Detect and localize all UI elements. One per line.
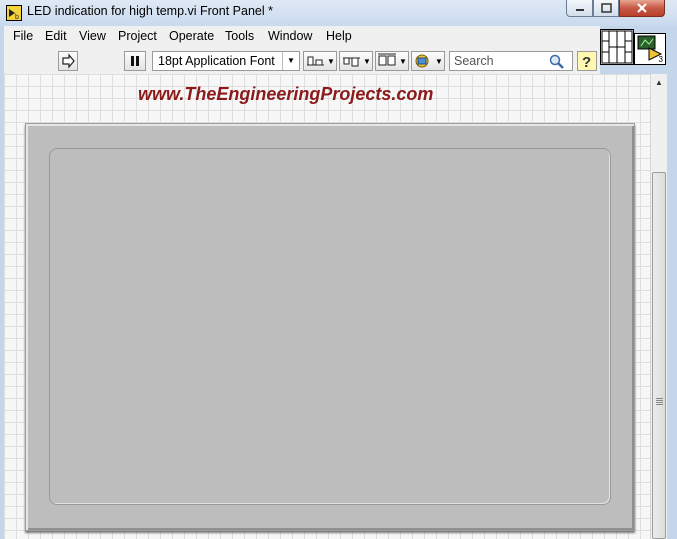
menu-tools[interactable]: Tools	[225, 29, 254, 43]
window-border	[667, 26, 677, 539]
menu-project[interactable]: Project	[118, 29, 157, 43]
close-button[interactable]	[619, 0, 665, 17]
svg-text:?: ?	[582, 54, 591, 70]
font-select[interactable]: 18pt Application Font ▼	[152, 51, 300, 71]
help-icon: ?	[582, 54, 591, 71]
distribute-objects-icon	[343, 57, 360, 67]
maximize-icon	[601, 3, 612, 13]
pause-icon	[131, 56, 139, 66]
menu-file[interactable]: File	[13, 29, 33, 43]
connector-pane-grid	[601, 30, 633, 64]
run-arrow-icon	[62, 53, 75, 69]
search-input[interactable]	[454, 53, 544, 69]
distribute-objects-button[interactable]: ▼	[339, 51, 373, 71]
terminal-count: 3	[658, 55, 663, 64]
context-help-button[interactable]: ?	[577, 51, 597, 71]
scroll-grip-icon	[656, 398, 663, 405]
menu-view[interactable]: View	[79, 29, 106, 43]
maximize-button[interactable]	[593, 0, 619, 17]
align-objects-icon	[307, 56, 324, 66]
reorder-icon	[415, 54, 429, 68]
panel-inner-area[interactable]	[49, 148, 611, 505]
chevron-down-icon: ▼	[435, 57, 443, 66]
watermark-text: www.TheEngineeringProjects.com	[138, 84, 434, 104]
font-select-label: 18pt Application Font	[158, 54, 275, 68]
close-icon	[637, 3, 647, 13]
chevron-down-icon: ▼	[363, 57, 371, 66]
run-button[interactable]	[58, 51, 78, 71]
minimize-icon	[576, 9, 584, 11]
menu-operate[interactable]: Operate	[169, 29, 214, 43]
connector-pane[interactable]	[600, 29, 634, 65]
scroll-up-arrow-icon[interactable]: ▲	[651, 74, 667, 91]
menu-help[interactable]: Help	[326, 29, 352, 43]
resize-objects-button[interactable]: ▼	[375, 51, 409, 71]
window-title: LED indication for high temp.vi Front Pa…	[27, 4, 273, 18]
chevron-down-icon: ▼	[282, 52, 299, 70]
scroll-thumb[interactable]	[652, 172, 666, 539]
minimize-button[interactable]	[566, 0, 593, 17]
vi-icon[interactable]: 3	[634, 33, 666, 65]
reorder-button[interactable]: ▼	[411, 51, 445, 71]
vertical-scrollbar[interactable]: ▲	[650, 74, 667, 539]
resize-objects-icon	[378, 53, 396, 66]
menu-window[interactable]: Window	[268, 29, 312, 43]
pause-button[interactable]	[124, 51, 146, 71]
search-icon[interactable]	[548, 53, 566, 69]
chevron-down-icon: ▼	[327, 57, 335, 66]
chevron-down-icon: ▼	[399, 57, 407, 66]
svg-text:b: b	[15, 14, 19, 20]
toolbar: 18pt Application Font ▼ ▼ ▼ ▼ ▼ Search ?	[4, 48, 600, 74]
menu-edit[interactable]: Edit	[45, 29, 67, 43]
menu-bar: File Edit View Project Operate Tools Win…	[4, 26, 600, 48]
search-box[interactable]	[449, 51, 573, 71]
labview-vi-icon[interactable]: b	[6, 5, 22, 21]
align-objects-button[interactable]: ▼	[303, 51, 337, 71]
